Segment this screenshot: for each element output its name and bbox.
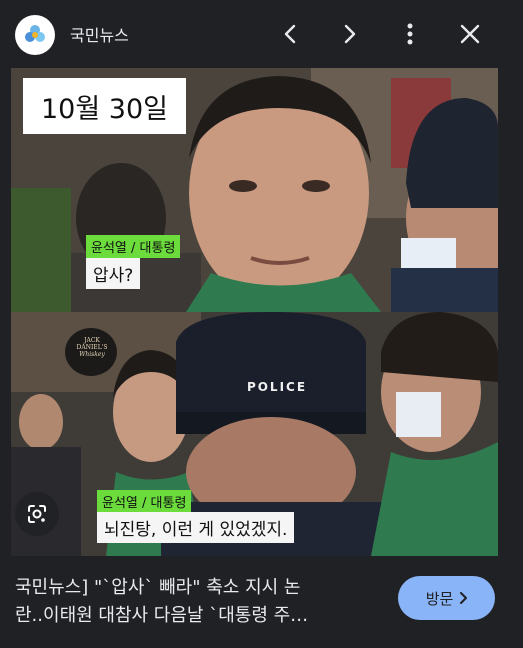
speaker-tag-top: 윤석열 / 대통령 <box>86 235 181 258</box>
more-vert-icon[interactable] <box>395 19 425 49</box>
chevron-right-icon[interactable] <box>335 19 365 49</box>
police-cap-text: POLICE <box>246 380 308 394</box>
site-name[interactable]: 국민뉴스 <box>70 22 129 46</box>
visit-button-label: 방문 <box>425 589 454 608</box>
close-icon[interactable] <box>455 19 485 49</box>
preview-image[interactable]: 10월 30일 윤석열 / 대통령 압사? JACK DANIEL'S Whis… <box>11 68 498 556</box>
visit-button[interactable]: 방문 <box>398 576 495 620</box>
store-sign-line1: JACK DANIEL'S <box>76 337 108 351</box>
subtitle-top: 압사? <box>86 258 141 289</box>
store-sign: JACK DANIEL'S Whiskey <box>73 337 111 358</box>
date-caption: 10월 30일 <box>23 78 186 134</box>
image-panel-bottom: JACK DANIEL'S Whiskey POLICE 윤석열 / 대통령 뇌… <box>11 312 498 556</box>
image-panel-top: 10월 30일 윤석열 / 대통령 압사? <box>11 68 498 312</box>
store-sign-line2: Whiskey <box>79 351 105 358</box>
chevron-left-icon[interactable] <box>275 19 305 49</box>
result-title-line2: 란..이태원 대참사 다음날 `대통령 주… <box>15 605 309 626</box>
kookmin-news-logo-icon[interactable] <box>15 15 55 55</box>
subtitle-bottom: 뇌진탕, 이런 게 있었겠지. <box>97 512 295 543</box>
speaker-tag-bottom: 윤석열 / 대통령 <box>97 490 192 513</box>
result-title[interactable]: 국민뉴스] "`압사` 빼라" 축소 지시 논 란..이태원 대참사 다음날 `… <box>15 574 380 630</box>
result-title-line1: 국민뉴스] "`압사` 빼라" 축소 지시 논 <box>15 577 301 598</box>
viewer-header: 국민뉴스 <box>0 0 523 68</box>
chevron-right-icon <box>460 592 468 604</box>
google-lens-icon[interactable] <box>15 492 59 536</box>
